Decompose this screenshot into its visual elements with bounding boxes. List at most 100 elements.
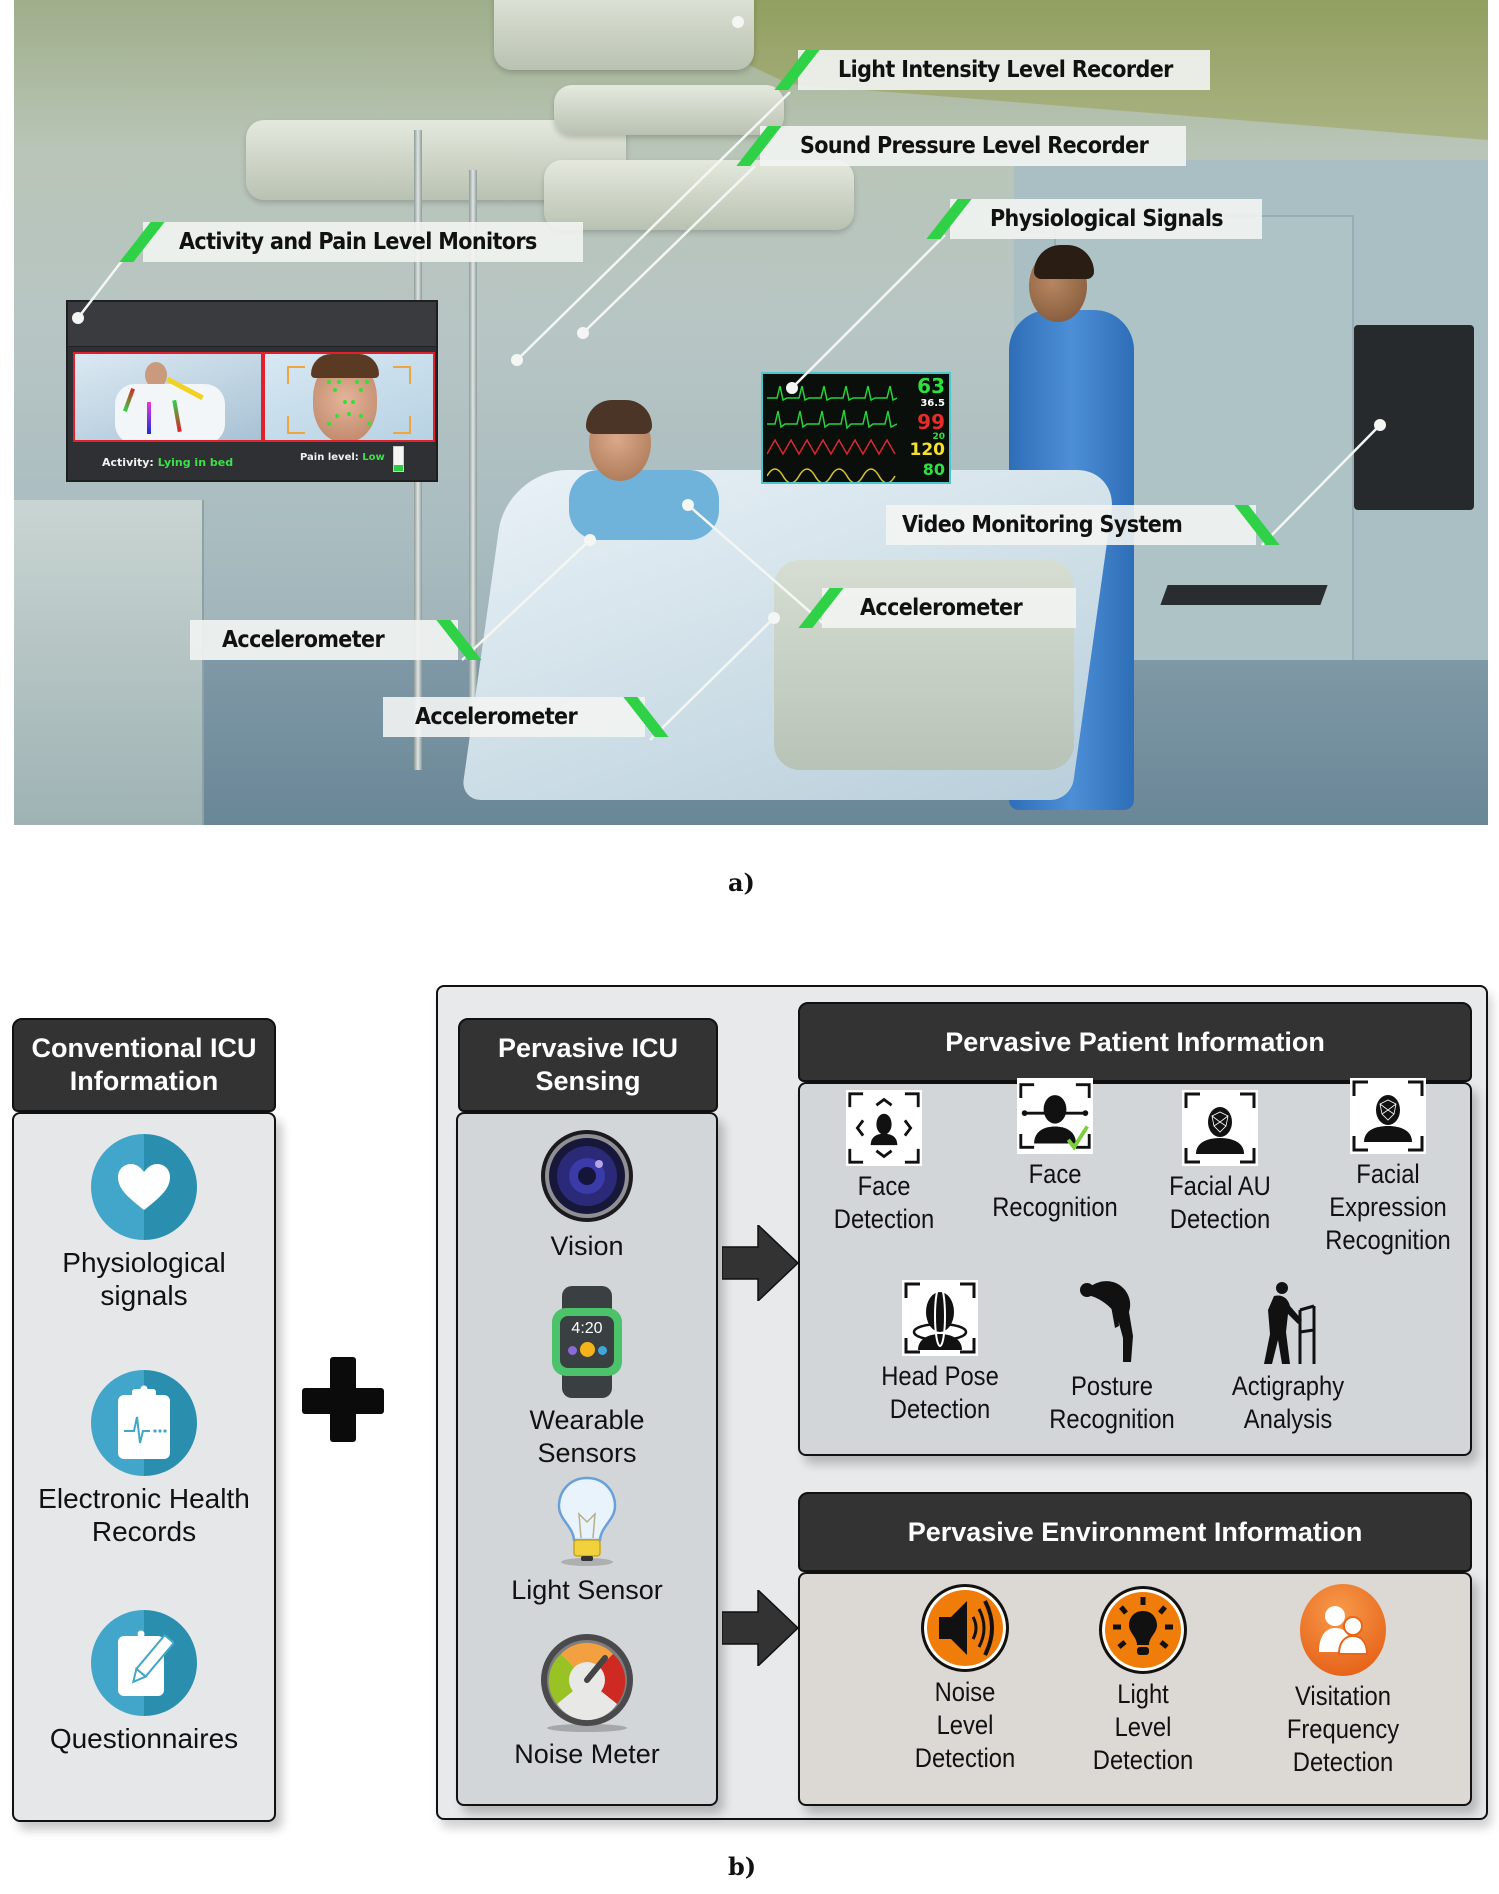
patient-item-face-recognition: Face Recognition [980,1078,1130,1224]
panel-b-caption: b) [728,1852,757,1881]
item-label: Posture Recognition [1049,1371,1175,1434]
face-bracket [287,366,305,384]
activity-readout: Activity: Lying in bed [102,456,233,469]
ceiling-boom-arm-2 [544,160,854,230]
vitals-monitor: 63 36.5 99 20 120 80 [761,372,951,484]
landmark-dot [367,422,371,426]
item-label: Noise Meter [514,1739,660,1769]
conventional-icu-panel: Physiological signals Electronic Health … [12,1112,276,1822]
facial-au-icon [1182,1090,1258,1166]
sensing-item-noise-meter: Noise Meter [458,1632,716,1771]
callout-label: Physiological Signals [990,206,1224,232]
environment-item-visitation: Visitation Frequency Detection [1248,1584,1438,1779]
conventional-icu-header: Conventional ICU Information [12,1018,276,1112]
callout-sound-pressure: Sound Pressure Level Recorder [736,126,1186,166]
patient-information-header: Pervasive Patient Information [798,1002,1472,1082]
item-label: Electronic Health Records [38,1483,250,1547]
patient-figure [569,470,719,540]
patient-item-actigraphy: Actigraphy Analysis [1208,1280,1368,1436]
pervasive-sensing-header: Pervasive ICU Sensing [458,1018,718,1112]
patient-information-panel: Face Detection Face Recognition Facial A… [798,1078,1472,1456]
icu-scene-rendering: 63 36.5 99 20 120 80 Activity: Lying in … [14,0,1488,825]
conventional-item-physiological: Physiological signals [14,1134,274,1312]
item-label: Physiological signals [62,1247,226,1311]
video-monitoring-display [1354,325,1474,510]
activity-pain-monitor: Activity: Lying in bed Pain level: Low [66,300,438,482]
item-label: Vision [550,1231,624,1261]
item-label: Face Recognition [992,1159,1118,1222]
camera-lens-icon [541,1130,633,1222]
item-label: Visitation Frequency Detection [1286,1681,1400,1777]
monitor-toolbar [68,302,436,347]
environment-item-noise: Noise Level Detection [880,1584,1050,1775]
monitor-status-bar: Activity: Lying in bed Pain level: Low [68,446,436,476]
callout-physiological-signals: Physiological Signals [926,199,1262,239]
keyboard [1160,585,1328,605]
patient-item-head-pose: Head Pose Detection [860,1280,1020,1426]
arrow-sensing-to-environment [722,1590,798,1666]
resp-waveform [767,468,896,482]
patient-item-facial-expression: Facial Expression Recognition [1308,1078,1468,1257]
skeleton-leg-segment [147,402,151,434]
bp-waveform [767,438,896,456]
callout-activity-pain: Activity and Pain Level Monitors [119,222,583,262]
item-label: Wearable Sensors [529,1405,645,1468]
item-label: Light Sensor [511,1575,663,1605]
landmark-dot [359,388,363,392]
patient-item-posture: Posture Recognition [1032,1276,1192,1436]
landmark-dot [327,422,331,426]
sensing-item-wearable: 4:20 Wearable Sensors [458,1286,716,1470]
patient-hair [586,400,652,434]
tracked-face-hair [311,354,379,378]
temperature-value: 36.5 [920,398,945,409]
questionnaire-clipboard-pencil-icon [91,1610,197,1716]
item-label: Light Level Detection [1092,1679,1194,1775]
landmark-dot [351,400,355,404]
item-label: Facial AU Detection [1169,1171,1271,1234]
callout-accelerometer-wrist: Accelerometer [798,588,1076,628]
watch-time: 4:20 [571,1320,603,1337]
sensing-item-vision: Vision [458,1128,716,1263]
wall-cabinet [14,500,204,825]
gauge-meter-icon [541,1634,633,1732]
conventional-item-ehr: Electronic Health Records [14,1370,274,1548]
landmark-dot [337,380,341,384]
health-record-clipboard-icon [91,1370,197,1476]
plus-icon-horizontal [302,1388,384,1414]
posture-icon [1080,1281,1133,1362]
activity-label: Activity: [102,456,154,469]
ecg-waveform-1 [767,385,897,402]
item-label: Face Detection [833,1171,935,1234]
item-label: Noise Level Detection [914,1677,1016,1773]
landmark-dot [359,414,363,418]
light-bulb-icon [557,1476,617,1566]
pain-label: Pain level: [300,452,359,463]
callout-label: Activity and Pain Level Monitors [179,229,537,255]
landmark-dot [365,380,369,384]
speaker-icon [921,1584,1009,1672]
landmark-dot [327,380,331,384]
ecg-waveform-2 [767,409,897,430]
callout-label: Light Intensity Level Recorder [838,57,1173,83]
activity-value: Lying in bed [157,456,234,469]
patient-item-face-detection: Face Detection [818,1090,950,1236]
systolic-value: 120 [909,440,946,460]
landmark-dot [333,388,337,392]
spo2-value: 99 [917,410,945,434]
ceiling-boom [494,0,754,70]
pain-value: Low [362,452,385,463]
facial-expression-icon [1350,1078,1426,1154]
callout-label: Accelerometer [222,627,385,653]
callout-light-intensity: Light Intensity Level Recorder [774,50,1210,90]
item-label: Head Pose Detection [881,1361,999,1424]
landmark-dot [335,414,339,418]
callout-label: Sound Pressure Level Recorder [800,133,1149,159]
panel-a-caption: a) [728,868,755,897]
callout-accelerometer-arm: Accelerometer [190,620,482,660]
pain-level-bar [393,446,404,472]
callout-label: Accelerometer [415,704,578,730]
heart-icon [91,1134,197,1240]
callout-label: Accelerometer [860,595,1023,621]
pervasive-sensing-panel: Vision 4:20 Wearable Sensors Light Senso… [456,1112,718,1806]
light-bulb-icon [1099,1586,1187,1674]
